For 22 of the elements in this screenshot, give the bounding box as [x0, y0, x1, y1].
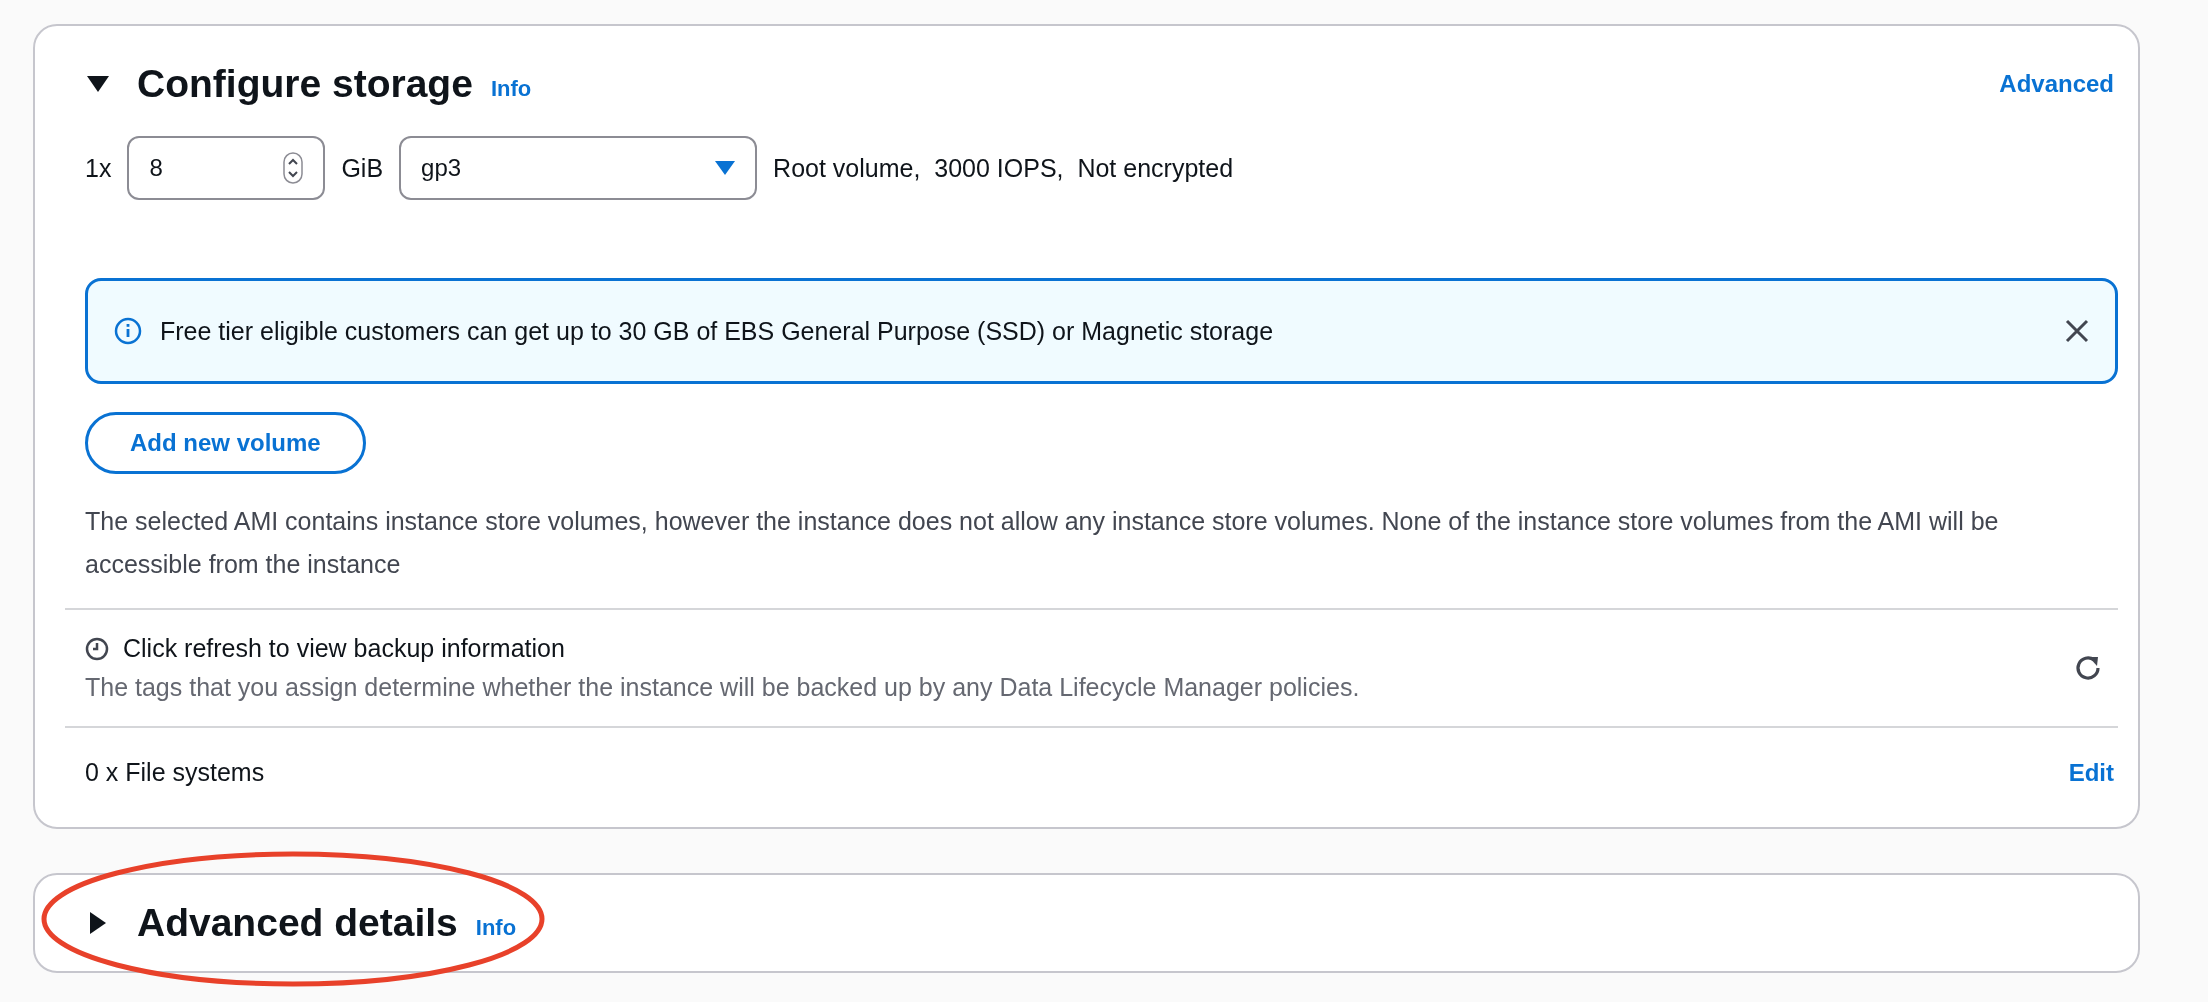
info-icon	[114, 317, 142, 345]
backup-description: The tags that you assign determine whether the instance will be backed up by any Data Lifecycle Manager policies.	[85, 673, 1361, 702]
volume-summary: Root volume, 3000 IOPS, Not encrypted	[773, 153, 1234, 183]
advanced-link[interactable]: Advanced	[1999, 70, 2114, 98]
section-title: Advanced details	[137, 901, 458, 945]
edit-link[interactable]: Edit	[2068, 758, 2114, 787]
info-link[interactable]: Info	[490, 76, 532, 102]
backup-title: Click refresh to view backup information	[123, 634, 565, 663]
add-volume-button[interactable]: Add new volume	[85, 412, 366, 474]
volume-count: 1x	[85, 153, 112, 183]
unit-label: GiB	[341, 153, 384, 183]
instance-store-note: The selected AMI contains instance store volumes, however the instance does not allow any instance store volumes. None of the instance store volumes from the AMI will be accessible from the instance	[85, 506, 2000, 580]
alert-message: Free tier eligible customers can get up to 30 GB of EBS General Purpose (SSD) or Magnetic storage	[160, 316, 1275, 346]
size-input[interactable]: 8	[127, 136, 326, 200]
close-icon[interactable]	[2065, 319, 2089, 343]
file-systems-label: 0 x File systems	[85, 758, 265, 787]
stepper-icon[interactable]	[283, 152, 304, 184]
clock-icon	[85, 636, 109, 661]
info-link[interactable]: Info	[475, 915, 517, 941]
volume-type-select[interactable]: gp3	[399, 136, 758, 200]
section-title: Configure storage	[137, 62, 473, 106]
dropdown-icon	[715, 161, 736, 175]
